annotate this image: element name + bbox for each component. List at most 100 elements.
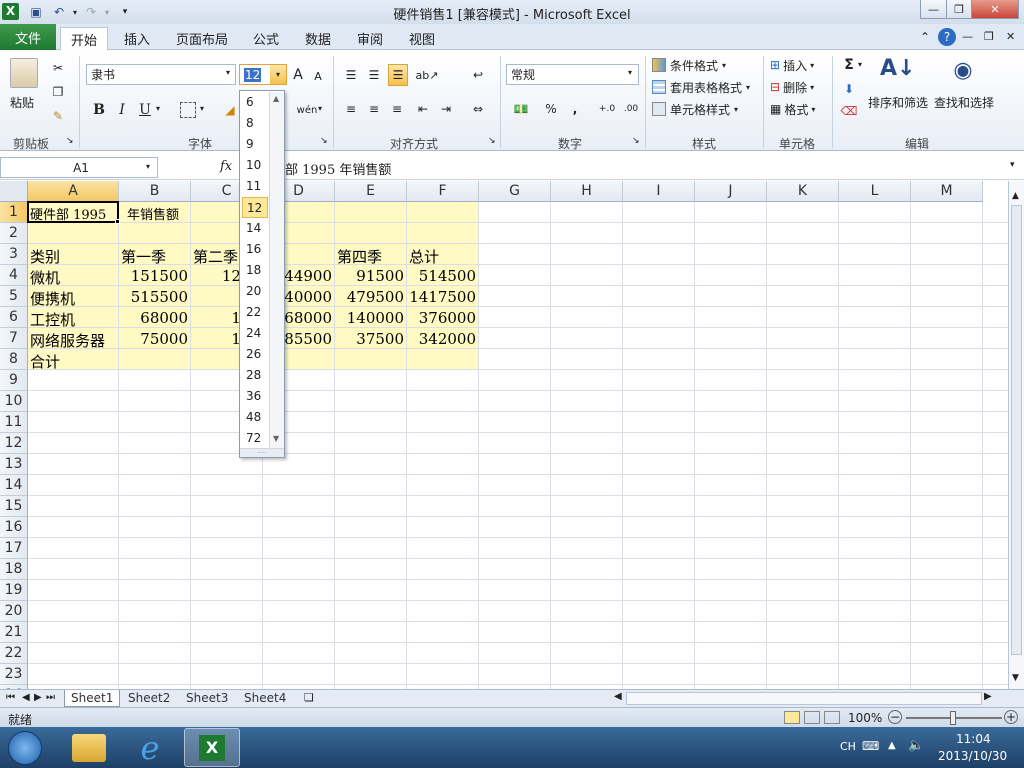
font-size-option[interactable]: 48 [242,407,268,428]
alignment-launcher-icon[interactable]: ↘ [488,136,496,146]
font-size-option[interactable]: 36 [242,386,268,407]
row-header-10[interactable]: 10 [0,391,28,412]
value-cell[interactable]: 342000 [407,330,476,348]
number-format-combo[interactable]: 常规 [506,64,639,85]
name-box-dropdown-icon[interactable]: ▾ [146,162,150,171]
zoom-in-icon[interactable]: + [1004,710,1018,724]
increase-indent-icon[interactable]: ⇥ [437,100,455,118]
font-size-option[interactable]: 12 [242,197,268,218]
format-painter-icon[interactable]: ✎ [50,108,66,124]
scroll-left-icon[interactable]: ◀ [614,691,622,702]
font-size-option[interactable]: 11 [242,176,268,197]
sheet-tab-sheet1[interactable]: Sheet1 [64,690,121,707]
scroll-right-icon[interactable]: ▶ [984,691,992,702]
cell-b1[interactable]: 年销售额 [127,204,179,223]
find-select-icon[interactable]: ◉ [948,58,978,86]
row-header-4[interactable]: 4 [0,265,28,286]
align-center-icon[interactable]: ≡ [365,100,383,118]
font-size-dropdown-icon[interactable]: ▾ [270,65,286,84]
number-launcher-icon[interactable]: ↘ [632,136,640,146]
decrease-decimal-button[interactable]: .00 [620,100,642,118]
row-header-2[interactable]: 2 [0,223,28,244]
name-box[interactable]: A1 [0,157,158,178]
column-header-b[interactable]: B [119,181,191,202]
wrap-text-icon[interactable]: ↩ [469,66,487,84]
row-header-21[interactable]: 21 [0,622,28,643]
file-explorer-icon[interactable] [72,734,106,762]
last-sheet-icon[interactable]: ⏭ [46,692,55,703]
font-size-option[interactable]: 18 [242,260,268,281]
dropdown-scrollbar[interactable]: ▲ ▼ [269,92,284,448]
column-header-g[interactable]: G [479,181,551,202]
fill-color-icon[interactable]: ◢ [222,100,238,120]
underline-button[interactable]: U [136,100,154,120]
font-name-combo[interactable]: 隶书 [86,64,236,85]
header-cell[interactable]: 类别 [30,246,60,267]
header-cell[interactable]: 总计 [409,246,439,267]
row-header-14[interactable]: 14 [0,475,28,496]
row-header-20[interactable]: 20 [0,601,28,622]
font-size-option[interactable]: 20 [242,281,268,302]
font-size-option[interactable]: 6 [242,92,268,113]
column-header-k[interactable]: K [767,181,839,202]
value-cell[interactable]: 140000 [335,309,404,327]
row-header-3[interactable]: 3 [0,244,28,265]
fill-icon[interactable]: ⬇ [840,80,858,98]
sheet-tab-sheet2[interactable]: Sheet2 [122,690,176,707]
find-select-label[interactable]: 查找和选择 [934,94,994,111]
paste-button-label[interactable]: 粘贴 [10,94,34,111]
column-header-e[interactable]: E [335,181,407,202]
help-icon[interactable]: ? [938,28,956,46]
column-header-l[interactable]: L [839,181,911,202]
value-cell[interactable]: 91500 [335,267,404,285]
align-bottom-icon[interactable]: ☰ [388,64,408,86]
font-size-dropdown-list[interactable]: 6 8 9 10 11 12 14 16 18 20 22 24 26 28 36 48 72 ▲ ▼ ···· [239,90,285,458]
row-header-23[interactable]: 23 [0,664,28,685]
sheet-tab-sheet3[interactable]: Sheet3 [180,690,234,707]
row-label-cell[interactable]: 便携机 [30,288,75,309]
number-format-dropdown-icon[interactable]: ▾ [628,68,632,77]
doc-minimize-icon[interactable]: — [962,30,973,43]
clear-icon[interactable]: ⌫ [840,102,858,120]
autosum-button[interactable]: Σ [840,56,858,74]
value-cell[interactable]: 479500 [335,288,404,306]
orientation-icon[interactable]: ab↗ [416,66,439,84]
horizontal-scrollbar[interactable] [626,692,982,705]
zoom-slider-thumb[interactable] [950,711,956,725]
merge-center-icon[interactable]: ⇔ [469,100,487,118]
autosum-dropdown-icon[interactable]: ▾ [858,60,862,69]
total-label-cell[interactable]: 合计 [30,351,60,372]
increase-decimal-button[interactable]: +.0 [596,100,618,118]
align-left-icon[interactable]: ≡ [342,100,360,118]
cut-icon[interactable]: ✂ [50,60,66,76]
restore-button[interactable]: ❐ [946,0,972,19]
row-header-8[interactable]: 8 [0,349,28,370]
tab-file[interactable]: 文件 [0,24,56,50]
font-size-option[interactable]: 26 [242,344,268,365]
volume-icon[interactable]: 🔈 [908,738,924,753]
ribbon-collapse-icon[interactable]: ⌃ [920,30,930,44]
currency-icon[interactable]: 💵 [510,100,532,118]
scroll-thumb[interactable] [1011,205,1022,655]
cell-styles-button[interactable]: 单元格样式 ▾ [652,100,738,118]
fill-handle[interactable] [115,219,120,224]
row-header-18[interactable]: 18 [0,559,28,580]
font-size-option[interactable]: 14 [242,218,268,239]
tab-formulas[interactable]: 公式 [243,26,289,50]
row-header-1[interactable]: 1 [0,202,28,223]
value-cell[interactable]: 514500 [407,267,476,285]
row-label-cell[interactable]: 网络服务器 [30,330,105,351]
first-sheet-icon[interactable]: ⏮ [6,692,15,703]
decrease-indent-icon[interactable]: ⇤ [414,100,432,118]
row-header-11[interactable]: 11 [0,412,28,433]
scroll-down-icon[interactable]: ▼ [1012,673,1019,683]
value-cell[interactable]: 151500 [119,267,188,285]
row-header-22[interactable]: 22 [0,643,28,664]
zoom-out-icon[interactable]: − [888,710,902,724]
align-top-icon[interactable]: ☰ [342,66,360,84]
bold-button[interactable]: B [90,100,108,120]
value-cell[interactable]: 68000 [119,309,188,327]
function-wizard-button[interactable]: fx [220,159,232,174]
normal-view-icon[interactable] [784,711,800,724]
vertical-scrollbar[interactable]: ▲ ▼ [1008,181,1024,689]
